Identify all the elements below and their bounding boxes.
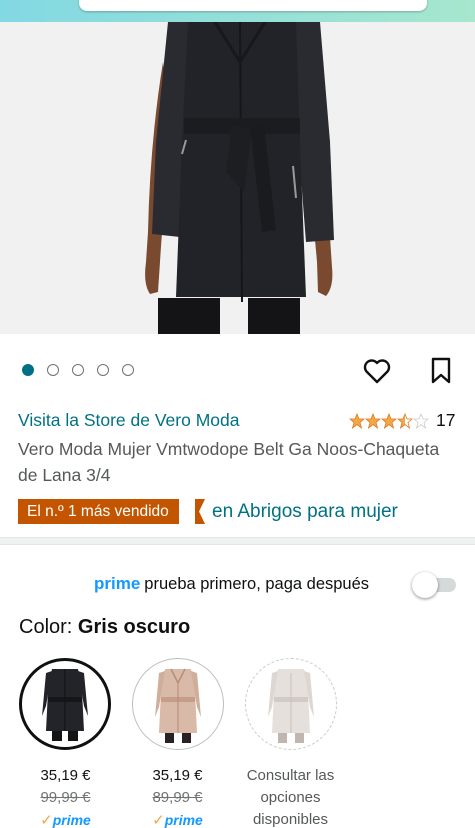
image-carousel-dots[interactable]: [22, 364, 134, 376]
color-label: Color: Gris oscuro: [19, 616, 190, 639]
bookmark-icon: [431, 357, 451, 384]
carousel-dot-4[interactable]: [97, 364, 109, 376]
star-rating-icon: [349, 412, 429, 429]
wishlist-button[interactable]: [362, 356, 392, 386]
swatch-coat-beige: [155, 668, 201, 743]
rating-count: 17: [436, 410, 456, 430]
star-3: [380, 412, 398, 429]
section-divider: [0, 537, 475, 545]
prime-check-icon: ✓: [40, 812, 53, 828]
color-option-2-details[interactable]: 35,19 € 89,99 € ✓prime: [120, 765, 235, 828]
prime-check-icon: ✓: [152, 812, 165, 828]
carousel-dot-1[interactable]: [22, 364, 34, 376]
carousel-dot-5[interactable]: [122, 364, 134, 376]
save-button[interactable]: [426, 356, 456, 386]
carousel-dot-2[interactable]: [47, 364, 59, 376]
prime-try-before-buy: prime prueba primero, paga después: [94, 574, 369, 594]
option-price: 35,19 €: [152, 767, 203, 784]
color-label-prefix: Color:: [19, 616, 73, 638]
toggle-knob: [412, 572, 438, 598]
product-image[interactable]: [0, 22, 475, 334]
badge-tail-shape: [195, 499, 205, 524]
option-price: 35,19 €: [40, 767, 91, 784]
carousel-dot-3[interactable]: [72, 364, 84, 376]
swatch-coat-dark: [42, 669, 88, 741]
prime-logo: prime: [94, 574, 141, 593]
swatch-coat-light: [268, 669, 314, 743]
bestseller-category-link[interactable]: en Abrigos para mujer: [212, 499, 398, 524]
prime-toggle[interactable]: [412, 572, 458, 598]
bestseller-badge: El n.º 1 más vendido: [18, 499, 179, 524]
prime-badge: prime: [52, 812, 91, 828]
rating-widget[interactable]: 17: [349, 410, 455, 431]
option-note-line1: Consultar las: [246, 767, 335, 784]
selected-color-name: Gris oscuro: [77, 616, 191, 638]
star-2: [364, 412, 382, 429]
heart-icon: [363, 359, 391, 384]
color-option-3-details[interactable]: Consultar las opciones disponibles: [233, 765, 348, 828]
option-list-price: 89,99 €: [152, 789, 203, 806]
option-note-line3: disponibles: [252, 811, 329, 828]
color-swatch-beige[interactable]: [132, 658, 224, 750]
store-link[interactable]: Visita la Store de Vero Moda: [18, 410, 239, 431]
color-swatch-gris-oscuro[interactable]: [19, 658, 111, 750]
color-swatch-more-options[interactable]: [245, 658, 337, 750]
option-note-line2: opciones: [260, 789, 321, 806]
product-title: Vero Moda Mujer Vmtwodope Belt Ga Noos-C…: [18, 439, 440, 485]
option-list-price: 99,99 €: [40, 789, 91, 806]
search-input[interactable]: [79, 0, 427, 11]
color-option-1-details[interactable]: 35,19 € 99,99 € ✓prime: [8, 765, 123, 828]
prime-badge: prime: [164, 812, 203, 828]
star-5: [412, 412, 429, 429]
prime-offer-text: prueba primero, paga después: [144, 575, 370, 593]
star-4: [396, 412, 414, 429]
coat-photo: [145, 22, 334, 334]
top-header-bar: [0, 0, 475, 22]
star-1: [349, 412, 366, 429]
